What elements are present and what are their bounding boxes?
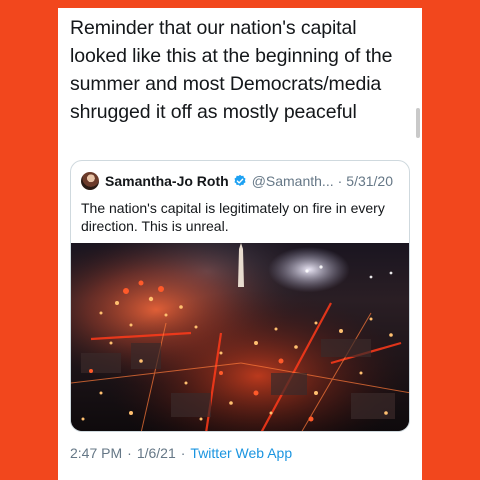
quoted-tweet-text: The nation's capital is legitimately on … [81,200,385,234]
tweet-source-link[interactable]: Twitter Web App [190,445,292,461]
scrollbar[interactable] [416,108,420,138]
tweet-time[interactable]: 2:47 PM [70,445,122,461]
verified-badge-icon [234,174,246,186]
quoted-author-name[interactable]: Samantha-Jo Roth [105,173,229,189]
quoted-tweet-header: Samantha-Jo Roth @Samanth... · 5/31/20 [81,171,393,191]
quoted-tweet[interactable]: Samantha-Jo Roth @Samanth... · 5/31/20 T… [70,160,410,432]
separator-dot: · [127,445,132,461]
quoted-author-handle[interactable]: @Samanth... [252,173,334,189]
separator-dot: · [180,445,186,461]
quoted-tweet-image[interactable] [71,243,409,431]
tweet-card: Reminder that our nation's capital looke… [58,8,422,480]
avatar[interactable] [81,172,99,190]
separator-dot: · [337,173,343,189]
tweet-footer: 2:47 PM · 1/6/21 · Twitter Web App [70,445,292,461]
tweet-date[interactable]: 1/6/21 [137,445,176,461]
quoted-tweet-date[interactable]: 5/31/20 [346,173,393,189]
tweet-text: Reminder that our nation's capital looke… [70,17,393,123]
aerial-night-city-fire-photo [71,243,409,431]
